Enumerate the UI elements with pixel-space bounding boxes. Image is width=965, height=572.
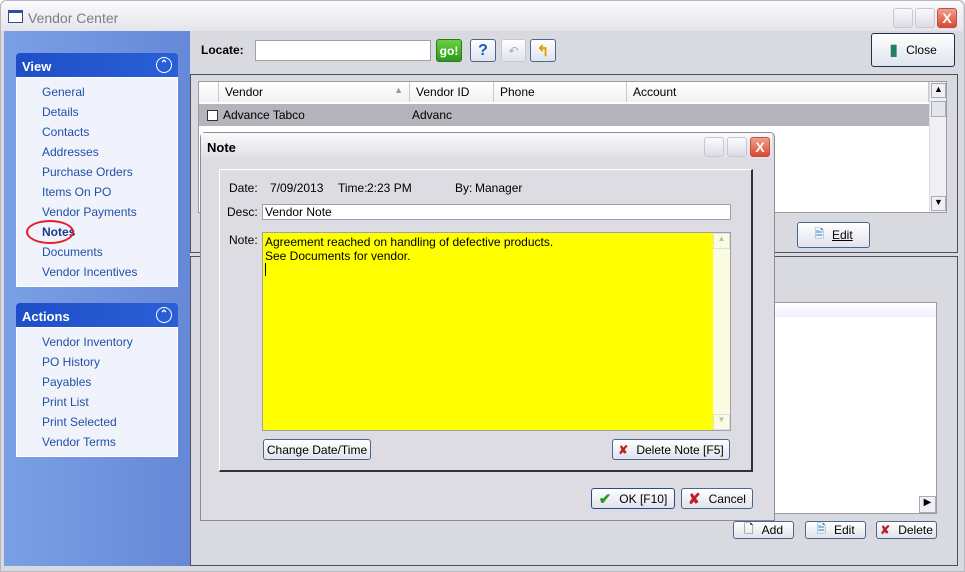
- cancel-x-icon: ✘: [688, 490, 701, 508]
- delete-icon: ✘: [880, 523, 891, 537]
- note-line: See Documents for vendor.: [265, 249, 411, 263]
- sidebar-item-contacts[interactable]: Contacts: [42, 125, 89, 139]
- sidebar-item-details[interactable]: Details: [42, 105, 79, 119]
- row-checkbox[interactable]: [207, 110, 218, 121]
- dialog-maximize-button[interactable]: [727, 137, 747, 157]
- sidebar-item-documents[interactable]: Documents: [42, 245, 103, 259]
- undo-button[interactable]: ↶: [501, 39, 526, 62]
- actions-title: Actions: [22, 309, 70, 324]
- action-payables[interactable]: Payables: [42, 375, 91, 389]
- date-value: 7/09/2013: [270, 181, 324, 195]
- close-window-button[interactable]: X: [937, 8, 957, 28]
- checkmark-icon: ✔: [598, 490, 612, 508]
- go-button[interactable]: go!: [436, 39, 462, 62]
- note-textarea[interactable]: Agreement reached on handling of defecti…: [262, 232, 731, 431]
- close-button[interactable]: ▮ Close: [871, 33, 955, 67]
- text-cursor: [265, 263, 266, 276]
- cancel-button[interactable]: ✘ Cancel: [681, 488, 753, 509]
- edit-vendor-button[interactable]: 🗎 Edit: [797, 222, 870, 248]
- locate-input[interactable]: [255, 40, 431, 61]
- maximize-button[interactable]: [915, 8, 935, 28]
- delete-button[interactable]: ✘ Delete: [876, 521, 937, 539]
- door-icon: ▮: [889, 42, 899, 59]
- dialog-close-button[interactable]: X: [750, 137, 770, 157]
- window-title: Vendor Center: [28, 10, 119, 26]
- title-bar: [1, 1, 963, 31]
- note-dialog-title: Note: [201, 133, 772, 159]
- actions-panel-header[interactable]: Actions ⌃: [16, 303, 178, 327]
- sidebar-item-vendor-payments[interactable]: Vendor Payments: [42, 205, 137, 219]
- action-print-list[interactable]: Print List: [42, 395, 89, 409]
- new-document-icon: 🗋: [743, 521, 754, 536]
- col-vendor[interactable]: Vendor ▲: [219, 82, 410, 102]
- locate-label: Locate:: [201, 43, 244, 57]
- note-label: Note:: [229, 233, 258, 247]
- refresh-button[interactable]: ↰: [530, 39, 556, 62]
- actions-panel: Vendor Inventory PO History Payables Pri…: [16, 327, 178, 457]
- sidebar-item-items-on-po[interactable]: Items On PO: [42, 185, 111, 199]
- scroll-thumb[interactable]: [931, 101, 946, 117]
- delete-icon: ✘: [618, 442, 629, 457]
- view-title: View: [22, 59, 52, 74]
- col-account[interactable]: Account: [627, 82, 929, 102]
- date-label: Date:: [229, 181, 258, 195]
- sidebar-item-vendor-incentives[interactable]: Vendor Incentives: [42, 265, 137, 279]
- window-icon: [8, 10, 23, 23]
- add-button[interactable]: 🗋 Add: [733, 521, 794, 539]
- scroll-down-icon[interactable]: ▼: [931, 196, 946, 211]
- view-panel: General Details Contacts Addresses Purch…: [16, 77, 178, 287]
- cell-vendor-id: Advanc: [412, 108, 453, 122]
- undo-icon: ↶: [508, 43, 519, 58]
- change-date-time-button[interactable]: Change Date/Time: [263, 439, 371, 460]
- delete-note-button[interactable]: ✘ Delete Note [F5]: [612, 439, 730, 460]
- note-scrollbar[interactable]: ▲ ▼: [713, 233, 730, 430]
- document-icon: 🗎: [816, 521, 826, 536]
- selection-circle: [26, 220, 74, 244]
- document-icon: 🗎: [814, 226, 824, 241]
- scroll-right-icon[interactable]: ▶: [919, 496, 936, 513]
- dialog-minimize-button[interactable]: [704, 137, 724, 157]
- sidebar-item-purchase-orders[interactable]: Purchase Orders: [42, 165, 133, 179]
- cell-vendor: Advance Tabco: [223, 108, 305, 122]
- table-row[interactable]: Advance Tabco Advanc: [199, 104, 929, 126]
- desc-input[interactable]: [262, 204, 731, 220]
- action-vendor-terms[interactable]: Vendor Terms: [42, 435, 116, 449]
- minimize-button[interactable]: [893, 8, 913, 28]
- collapse-icon[interactable]: ⌃: [156, 307, 172, 323]
- sidebar-item-general[interactable]: General: [42, 85, 85, 99]
- scroll-up-icon[interactable]: ▲: [931, 83, 946, 98]
- by-value: Manager: [475, 181, 523, 195]
- arrow-icon: ↰: [536, 42, 550, 60]
- ok-button[interactable]: ✔ OK [F10]: [591, 488, 675, 509]
- close-label: Close: [906, 43, 937, 57]
- by-label: By:: [455, 181, 473, 195]
- time-label: Time:: [338, 181, 368, 195]
- sort-asc-icon: ▲: [394, 85, 403, 95]
- edit-button[interactable]: 🗎 Edit: [805, 521, 866, 539]
- sidebar-item-addresses[interactable]: Addresses: [42, 145, 99, 159]
- action-print-selected[interactable]: Print Selected: [42, 415, 117, 429]
- action-vendor-inventory[interactable]: Vendor Inventory: [42, 335, 133, 349]
- view-panel-header[interactable]: View ⌃: [16, 53, 178, 77]
- note-line: Agreement reached on handling of defecti…: [265, 235, 554, 249]
- help-button[interactable]: ?: [470, 39, 496, 62]
- action-po-history[interactable]: PO History: [42, 355, 100, 369]
- desc-label: Desc:: [227, 205, 258, 219]
- col-phone[interactable]: Phone: [494, 82, 627, 102]
- col-vendor-id[interactable]: Vendor ID: [410, 82, 494, 102]
- edit-label: Edit: [831, 228, 853, 242]
- notes-grid: ▶: [760, 302, 937, 514]
- collapse-icon[interactable]: ⌃: [156, 57, 172, 73]
- vertical-scrollbar[interactable]: ▲ ▼: [929, 82, 946, 212]
- time-value: 2:23 PM: [367, 181, 412, 195]
